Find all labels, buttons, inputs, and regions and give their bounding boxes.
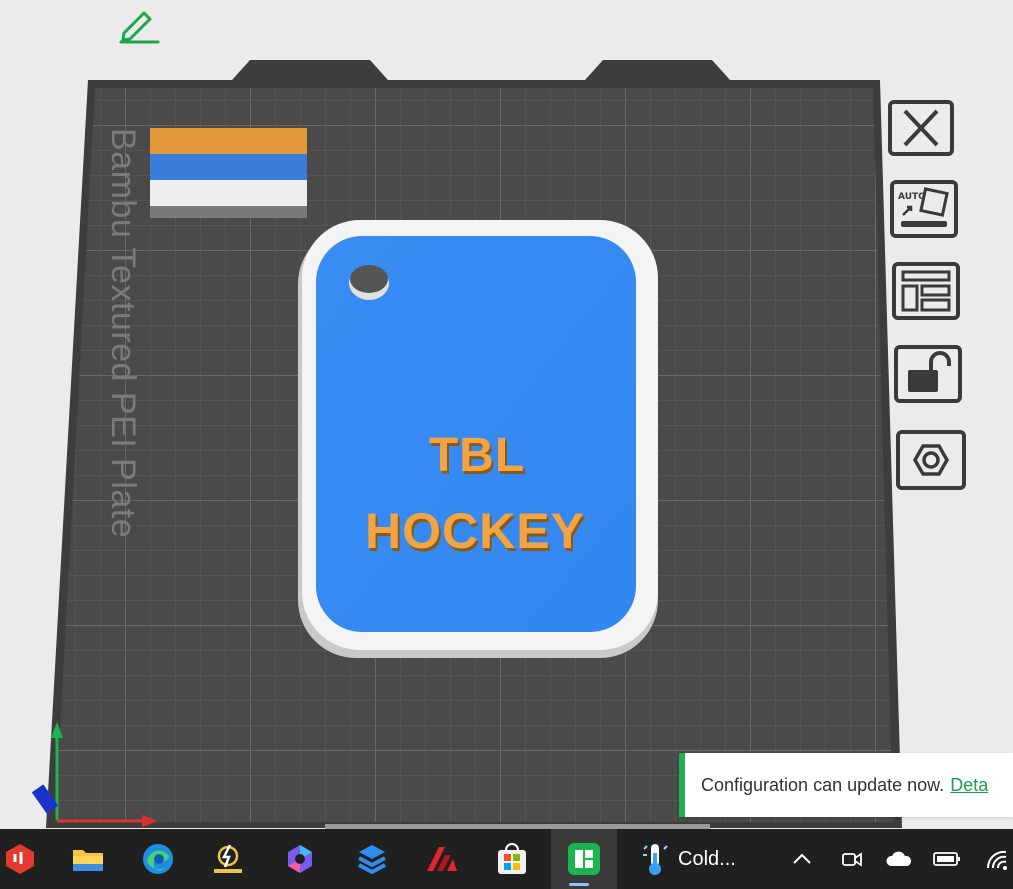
file-explorer-icon bbox=[73, 850, 103, 871]
auto-orient-button[interactable]: AUTO bbox=[888, 178, 960, 240]
battery-icon bbox=[933, 852, 960, 866]
camera-icon bbox=[842, 852, 862, 867]
wifi-icon bbox=[986, 850, 1007, 870]
taskbar-bambu-studio[interactable] bbox=[0, 829, 40, 889]
arrange-button[interactable] bbox=[890, 260, 962, 322]
model-text-line2: HOCKEY bbox=[365, 503, 585, 559]
notification-message: Configuration can update now. bbox=[701, 774, 945, 795]
onedrive-icon bbox=[886, 851, 912, 866]
taskbar-microsoft-store[interactable] bbox=[484, 829, 540, 889]
taskbar-copilot[interactable] bbox=[272, 829, 328, 889]
filament-swatch bbox=[150, 128, 307, 218]
taskbar-weather[interactable]: Cold... bbox=[640, 829, 736, 889]
model-text-line1: TBL bbox=[428, 429, 526, 482]
copilot-icon bbox=[288, 845, 312, 873]
close-plate-button[interactable] bbox=[886, 98, 956, 158]
plate-type-label-text: Bambu Textured PEI Plate bbox=[104, 128, 142, 539]
weather-text: Cold... bbox=[678, 847, 736, 870]
notification-details-link[interactable]: Deta bbox=[950, 775, 988, 796]
plate-type-label: Bambu Textured PEI Plate bbox=[104, 128, 142, 580]
arrange-icon bbox=[892, 262, 960, 320]
taskbar-edge[interactable] bbox=[130, 829, 186, 889]
taskbar-file-explorer[interactable] bbox=[60, 829, 116, 889]
config-update-notification: Configuration can update now. Deta bbox=[679, 753, 1013, 817]
tray-camera[interactable] bbox=[836, 829, 868, 889]
layers-app-icon bbox=[358, 845, 386, 875]
close-icon bbox=[888, 100, 954, 156]
taskbar-lightning-app[interactable] bbox=[200, 829, 256, 889]
thermometer-icon bbox=[643, 844, 668, 875]
bambu-studio-icon bbox=[6, 844, 34, 874]
taskbar-autodesk[interactable] bbox=[414, 829, 470, 889]
tray-wifi[interactable] bbox=[982, 829, 1012, 889]
microsoft-store-icon bbox=[498, 843, 526, 874]
taskbar-layers-app[interactable] bbox=[344, 829, 400, 889]
taskbar-active-app[interactable] bbox=[551, 829, 617, 889]
plate-toolbar: AUTO bbox=[884, 98, 974, 498]
lock-icon bbox=[894, 345, 962, 403]
edge-icon bbox=[143, 844, 173, 874]
lightning-icon bbox=[214, 844, 242, 873]
tray-onedrive[interactable] bbox=[882, 829, 916, 889]
chevron-up-icon bbox=[793, 853, 811, 864]
auto-orient-icon: AUTO bbox=[890, 180, 958, 238]
autodesk-icon bbox=[427, 847, 457, 871]
3d-viewport[interactable]: TBL HOCKEY Bambu Textured PEI Plate AUTO bbox=[0, 0, 1013, 829]
tray-battery[interactable] bbox=[930, 829, 964, 889]
build-plate[interactable] bbox=[0, 0, 1013, 829]
tray-show-hidden[interactable] bbox=[788, 829, 816, 889]
active-app-icon bbox=[568, 843, 600, 875]
plate-settings-button[interactable] bbox=[894, 428, 968, 492]
taskbar: Cold... bbox=[0, 829, 1013, 889]
settings-hex-icon bbox=[896, 430, 966, 490]
lock-button[interactable] bbox=[892, 343, 964, 405]
